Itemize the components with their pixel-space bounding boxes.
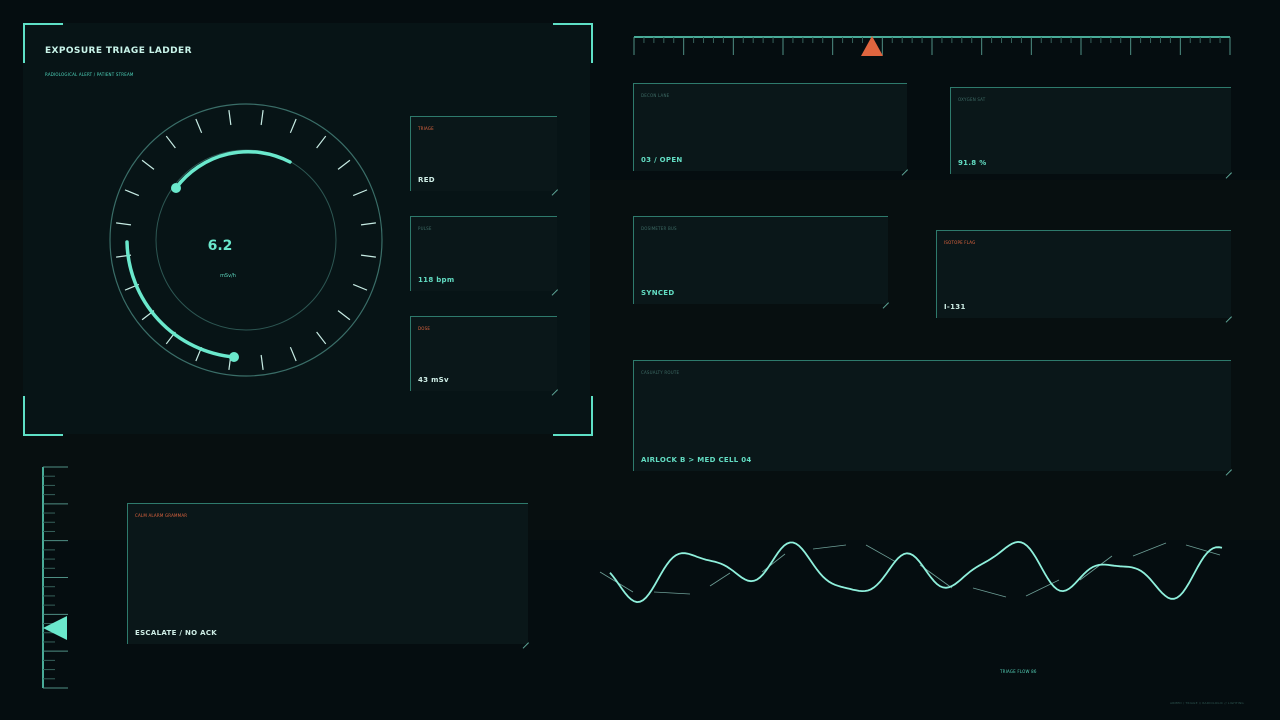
waveform-scatter-lines (599, 542, 1221, 598)
footer-meta: ARMED / TRIAGE // RADIOLOGIC // LIGHTING (1170, 701, 1244, 705)
waveform-line (609, 540, 1223, 604)
wave-caption: TRIAGE FLOW 86 (1000, 669, 1037, 674)
hud-screen: EXPOSURE TRIAGE LADDER RADIOLOGICAL ALER… (0, 0, 1280, 720)
triage-waveform (599, 540, 1223, 604)
